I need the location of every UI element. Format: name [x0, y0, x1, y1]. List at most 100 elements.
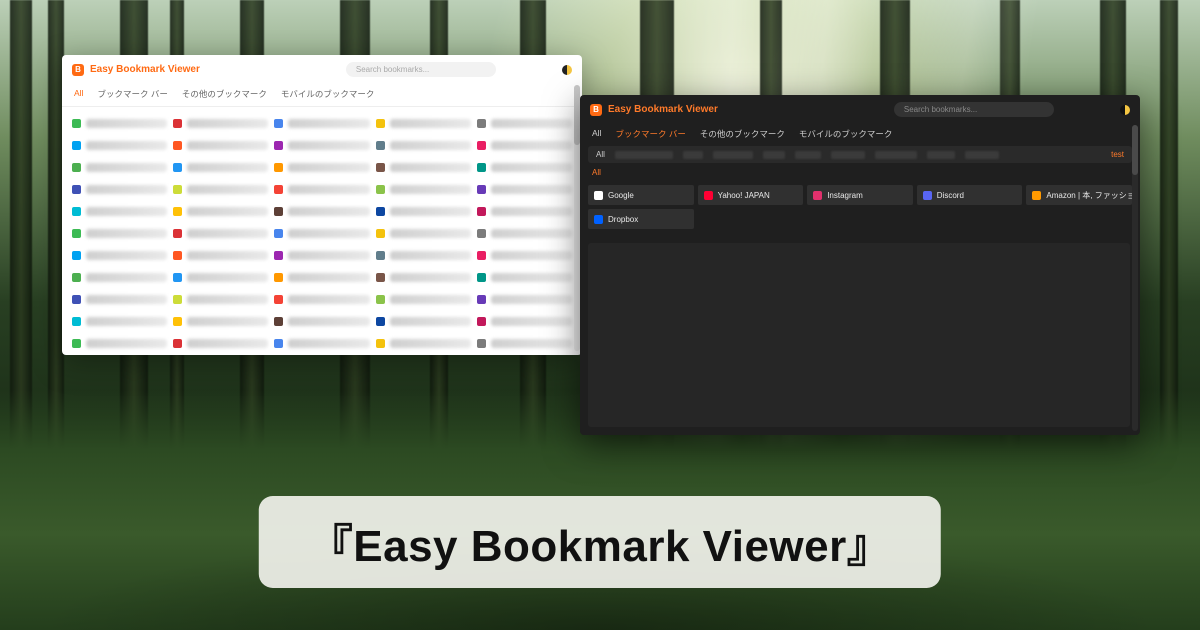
bookmark-item-dark[interactable]: Dropbox — [588, 209, 694, 229]
favicon-icon — [173, 207, 182, 216]
bookmark-item-dark[interactable]: Discord — [917, 185, 1023, 205]
filter-chip-blurred[interactable] — [683, 151, 703, 159]
filter-chip-blurred[interactable] — [965, 151, 999, 159]
bookmark-item-light[interactable] — [477, 225, 572, 241]
bookmark-item-light[interactable] — [173, 159, 268, 175]
bookmark-item-light[interactable] — [173, 225, 268, 241]
bookmark-item-light[interactable] — [173, 115, 268, 131]
bookmark-item-light[interactable] — [376, 203, 471, 219]
bookmark-item-light[interactable] — [72, 291, 167, 307]
bookmark-item-light[interactable] — [376, 291, 471, 307]
bookmark-item-light[interactable] — [376, 335, 471, 351]
bookmark-item-light[interactable] — [376, 137, 471, 153]
bookmark-item-light[interactable] — [173, 313, 268, 329]
sub-filter-dark[interactable]: All — [580, 165, 1140, 183]
favicon-icon — [477, 317, 486, 326]
bookmark-item-light[interactable] — [72, 313, 167, 329]
bookmark-item-light[interactable] — [274, 115, 369, 131]
bookmark-item-dark[interactable]: Instagram — [807, 185, 913, 205]
bookmark-item-light[interactable] — [274, 269, 369, 285]
tab-light-1[interactable]: ブックマーク バー — [97, 88, 167, 100]
search-input-light[interactable]: Search bookmarks... — [346, 62, 496, 77]
bookmark-item-light[interactable] — [72, 115, 167, 131]
tab-dark-1[interactable]: ブックマーク バー — [615, 128, 685, 140]
filter-chip-blurred[interactable] — [795, 151, 821, 159]
bookmark-item-light[interactable] — [477, 181, 572, 197]
filter-chip-blurred[interactable] — [763, 151, 785, 159]
filter-chip-blurred[interactable] — [615, 151, 673, 159]
bookmark-item-light[interactable] — [376, 313, 471, 329]
filter-chip-blurred[interactable] — [927, 151, 955, 159]
bookmark-item-light[interactable] — [274, 159, 369, 175]
bookmark-item-light[interactable] — [477, 137, 572, 153]
bookmark-item-light[interactable] — [376, 247, 471, 263]
bookmark-item-light[interactable] — [274, 291, 369, 307]
bookmark-item-light[interactable] — [173, 203, 268, 219]
tabs-dark: All ブックマーク バー その他のブックマーク モバイルのブックマーク — [580, 124, 1140, 144]
tab-light-2[interactable]: その他のブックマーク — [182, 88, 267, 100]
favicon-icon — [72, 317, 81, 326]
tab-dark-2[interactable]: その他のブックマーク — [700, 128, 785, 140]
bookmark-label-blurred — [86, 317, 167, 326]
bookmark-item-light[interactable] — [477, 247, 572, 263]
filter-chip-blurred[interactable] — [875, 151, 917, 159]
tab-dark-0[interactable]: All — [592, 128, 601, 140]
filter-chip-blurred[interactable] — [831, 151, 865, 159]
favicon-icon — [274, 141, 283, 150]
favicon-icon — [477, 295, 486, 304]
bookmark-item-light[interactable] — [477, 313, 572, 329]
bookmark-item-light[interactable] — [376, 115, 471, 131]
bookmark-item-light[interactable] — [72, 159, 167, 175]
bookmark-label-blurred — [86, 251, 167, 260]
bookmark-item-light[interactable] — [274, 335, 369, 351]
bookmark-item-light[interactable] — [477, 159, 572, 175]
bookmark-item-light[interactable] — [274, 247, 369, 263]
bookmark-item-light[interactable] — [274, 181, 369, 197]
scrollbar-thumb-dark[interactable] — [1132, 125, 1138, 175]
bookmark-item-light[interactable] — [376, 269, 471, 285]
bookmark-label-blurred — [390, 295, 471, 304]
theme-toggle-icon[interactable] — [1120, 105, 1130, 115]
tab-dark-3[interactable]: モバイルのブックマーク — [799, 128, 893, 140]
bookmark-item-light[interactable] — [376, 159, 471, 175]
bookmark-item-light[interactable] — [72, 247, 167, 263]
bookmark-item-light[interactable] — [173, 137, 268, 153]
favicon-icon — [173, 119, 182, 128]
bookmark-item-light[interactable] — [72, 203, 167, 219]
bookmark-item-light[interactable] — [477, 291, 572, 307]
theme-toggle-icon[interactable] — [562, 65, 572, 75]
bookmark-item-light[interactable] — [477, 115, 572, 131]
bookmark-item-light[interactable] — [477, 269, 572, 285]
bookmark-item-light[interactable] — [72, 181, 167, 197]
bookmark-item-light[interactable] — [72, 225, 167, 241]
bookmark-item-light[interactable] — [72, 137, 167, 153]
tab-light-3[interactable]: モバイルのブックマーク — [281, 88, 375, 100]
bookmark-item-light[interactable] — [477, 335, 572, 351]
bookmark-item-light[interactable] — [173, 269, 268, 285]
bookmark-item-light[interactable] — [173, 335, 268, 351]
bookmark-item-light[interactable] — [173, 247, 268, 263]
bookmark-item-light[interactable] — [173, 291, 268, 307]
bookmark-item-light[interactable] — [376, 225, 471, 241]
bookmark-item-light[interactable] — [274, 137, 369, 153]
bookmark-item-light[interactable] — [72, 335, 167, 351]
dark-header: B Easy Bookmark Viewer Search bookmarks.… — [580, 95, 1140, 124]
search-input-dark[interactable]: Search bookmarks... — [894, 102, 1054, 117]
tab-light-0[interactable]: All — [74, 88, 83, 100]
bookmark-item-light[interactable] — [274, 225, 369, 241]
favicon-icon — [477, 119, 486, 128]
favicon-icon — [274, 229, 283, 238]
bookmark-item-dark[interactable]: Amazon | 本, ファッション, 家電か... — [1026, 185, 1132, 205]
bookmark-item-dark[interactable]: Google — [588, 185, 694, 205]
filter-chip-blurred[interactable] — [713, 151, 753, 159]
favicon-icon — [376, 185, 385, 194]
bookmark-item-light[interactable] — [173, 181, 268, 197]
bookmark-item-light[interactable] — [376, 181, 471, 197]
bookmark-item-light[interactable] — [274, 203, 369, 219]
filter-all-label[interactable]: All — [596, 150, 605, 159]
bookmark-item-light[interactable] — [477, 203, 572, 219]
bookmark-item-light[interactable] — [274, 313, 369, 329]
bookmark-item-dark[interactable]: Yahoo! JAPAN — [698, 185, 804, 205]
filter-test-label[interactable]: test — [1111, 150, 1124, 159]
bookmark-item-light[interactable] — [72, 269, 167, 285]
